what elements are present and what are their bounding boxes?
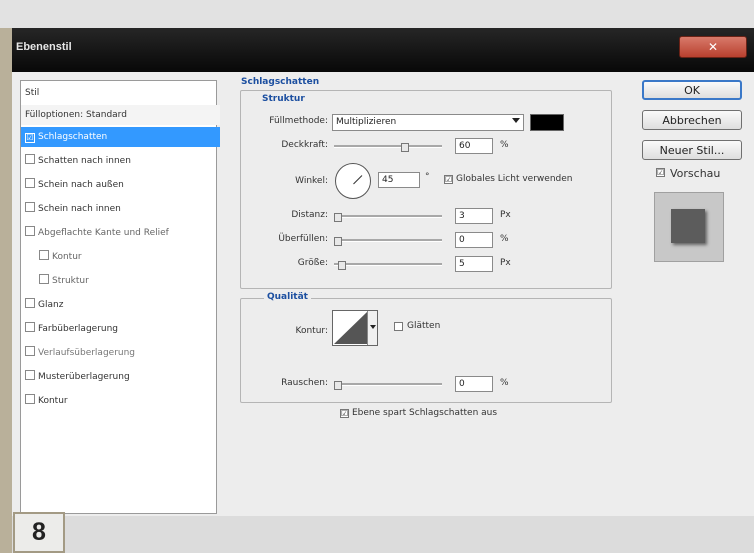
size-label: Größe: <box>297 258 328 268</box>
title-bar: Ebenenstil ✕ <box>12 28 754 72</box>
spread-slider-track[interactable] <box>334 239 442 242</box>
spread-input[interactable]: 0 <box>455 232 493 248</box>
panel-title: Schlagschatten <box>241 77 320 87</box>
angle-input[interactable]: 45 <box>378 172 420 188</box>
ok-button[interactable]: OK <box>642 80 742 100</box>
checkbox-icon[interactable] <box>25 370 35 380</box>
distance-label: Distanz: <box>291 210 328 220</box>
spread-label: Überfüllen: <box>278 234 328 244</box>
step-badge: 8 <box>13 512 65 553</box>
list-item-drop-shadow[interactable]: ☑ Schlagschatten <box>21 127 220 147</box>
antialias-checkbox[interactable] <box>394 322 403 331</box>
opacity-label: Deckkraft: <box>281 140 328 150</box>
opacity-slider-track[interactable] <box>334 145 442 148</box>
spread-slider-thumb[interactable] <box>334 237 342 246</box>
preview-label: Vorschau <box>670 167 721 180</box>
layer-style-dialog: Ebenenstil ✕ Stil Fülloptionen: Standard… <box>12 28 754 516</box>
style-preview-swatch <box>671 209 705 243</box>
size-input[interactable]: 5 <box>455 256 493 272</box>
blending-options-item[interactable]: Fülloptionen: Standard <box>21 105 220 125</box>
cancel-button[interactable]: Abbrechen <box>642 110 742 130</box>
contour-label: Kontur: <box>295 326 328 336</box>
contour-preview-icon <box>334 312 367 344</box>
style-search-field[interactable]: Stil <box>21 83 220 103</box>
blend-mode-select[interactable]: Multiplizieren <box>332 114 524 131</box>
antialias-label: Glätten <box>407 321 441 331</box>
checkbox-icon[interactable]: ☑ <box>25 133 35 143</box>
size-slider-thumb[interactable] <box>338 261 346 270</box>
checkbox-icon[interactable] <box>39 250 49 260</box>
list-item-bevel-emboss[interactable]: Abgeflachte Kante und Relief <box>21 223 220 243</box>
knockout-checkbox[interactable]: ☑ <box>340 409 349 418</box>
spread-unit: % <box>500 234 509 244</box>
chevron-down-icon <box>512 118 520 123</box>
angle-dial-needle <box>353 175 363 185</box>
checkbox-icon[interactable] <box>25 154 35 164</box>
list-item-outer-glow[interactable]: Schein nach außen <box>21 175 220 195</box>
list-item-texture[interactable]: Struktur <box>21 271 234 291</box>
chevron-down-icon <box>370 325 376 329</box>
structure-title: Struktur <box>262 94 305 104</box>
list-item-pattern-overlay[interactable]: Musterüberlagerung <box>21 367 220 387</box>
angle-label: Winkel: <box>295 176 328 186</box>
angle-dial[interactable] <box>335 163 371 199</box>
noise-unit: % <box>500 378 509 388</box>
checkbox-icon[interactable] <box>25 298 35 308</box>
dialog-content: Stil Fülloptionen: Standard ☑ Schlagschat… <box>12 72 754 516</box>
list-item-color-overlay[interactable]: Farbüberlagerung <box>21 319 220 339</box>
distance-slider-thumb[interactable] <box>334 213 342 222</box>
distance-input[interactable]: 3 <box>455 208 493 224</box>
checkbox-icon[interactable] <box>25 346 35 356</box>
list-item-gradient-overlay[interactable]: Verlaufsüberlagerung <box>21 343 220 363</box>
blend-mode-label: Füllmethode: <box>269 116 328 126</box>
style-list: Stil Fülloptionen: Standard ☑ Schlagschat… <box>20 80 220 514</box>
checkbox-icon[interactable] <box>39 274 49 284</box>
checkbox-icon[interactable] <box>25 322 35 332</box>
list-item-inner-shadow[interactable]: Schatten nach innen <box>21 151 220 171</box>
left-frame <box>0 28 12 553</box>
global-light-checkbox[interactable]: ☑ <box>444 175 453 184</box>
size-slider-track[interactable] <box>334 263 442 266</box>
size-unit: Px <box>500 258 511 268</box>
contour-picker[interactable] <box>332 310 378 346</box>
shadow-color-swatch[interactable] <box>530 114 564 131</box>
global-light-label: Globales Licht verwenden <box>456 174 573 184</box>
window-title: Ebenenstil <box>16 41 72 53</box>
opacity-unit: % <box>500 140 509 150</box>
style-preview <box>654 192 724 262</box>
contour-dropdown-arrow[interactable] <box>367 311 377 345</box>
distance-slider-track[interactable] <box>334 215 442 218</box>
noise-slider-track[interactable] <box>334 383 442 386</box>
distance-unit: Px <box>500 210 511 220</box>
noise-label: Rauschen: <box>281 378 328 388</box>
close-button[interactable]: ✕ <box>679 36 747 58</box>
preview-checkbox[interactable]: ☑ <box>656 168 665 177</box>
knockout-label: Ebene spart Schlagschatten aus <box>352 408 498 418</box>
angle-unit: ° <box>425 172 430 182</box>
checkbox-icon[interactable] <box>25 202 35 212</box>
top-frame <box>0 0 754 28</box>
noise-input[interactable]: 0 <box>455 376 493 392</box>
new-style-button[interactable]: Neuer Stil... <box>642 140 742 160</box>
quality-title: Qualität <box>264 292 311 302</box>
opacity-slider-thumb[interactable] <box>401 143 409 152</box>
noise-slider-thumb[interactable] <box>334 381 342 390</box>
checkbox-icon[interactable] <box>25 226 35 236</box>
checkbox-icon[interactable] <box>25 394 35 404</box>
list-item-satin[interactable]: Glanz <box>21 295 220 315</box>
list-item-stroke[interactable]: Kontur <box>21 391 220 411</box>
list-item-inner-glow[interactable]: Schein nach innen <box>21 199 220 219</box>
list-item-bevel-contour[interactable]: Kontur <box>21 247 234 267</box>
bottom-frame <box>12 516 754 553</box>
opacity-input[interactable]: 60 <box>455 138 493 154</box>
checkbox-icon[interactable] <box>25 178 35 188</box>
close-icon: ✕ <box>707 40 719 54</box>
